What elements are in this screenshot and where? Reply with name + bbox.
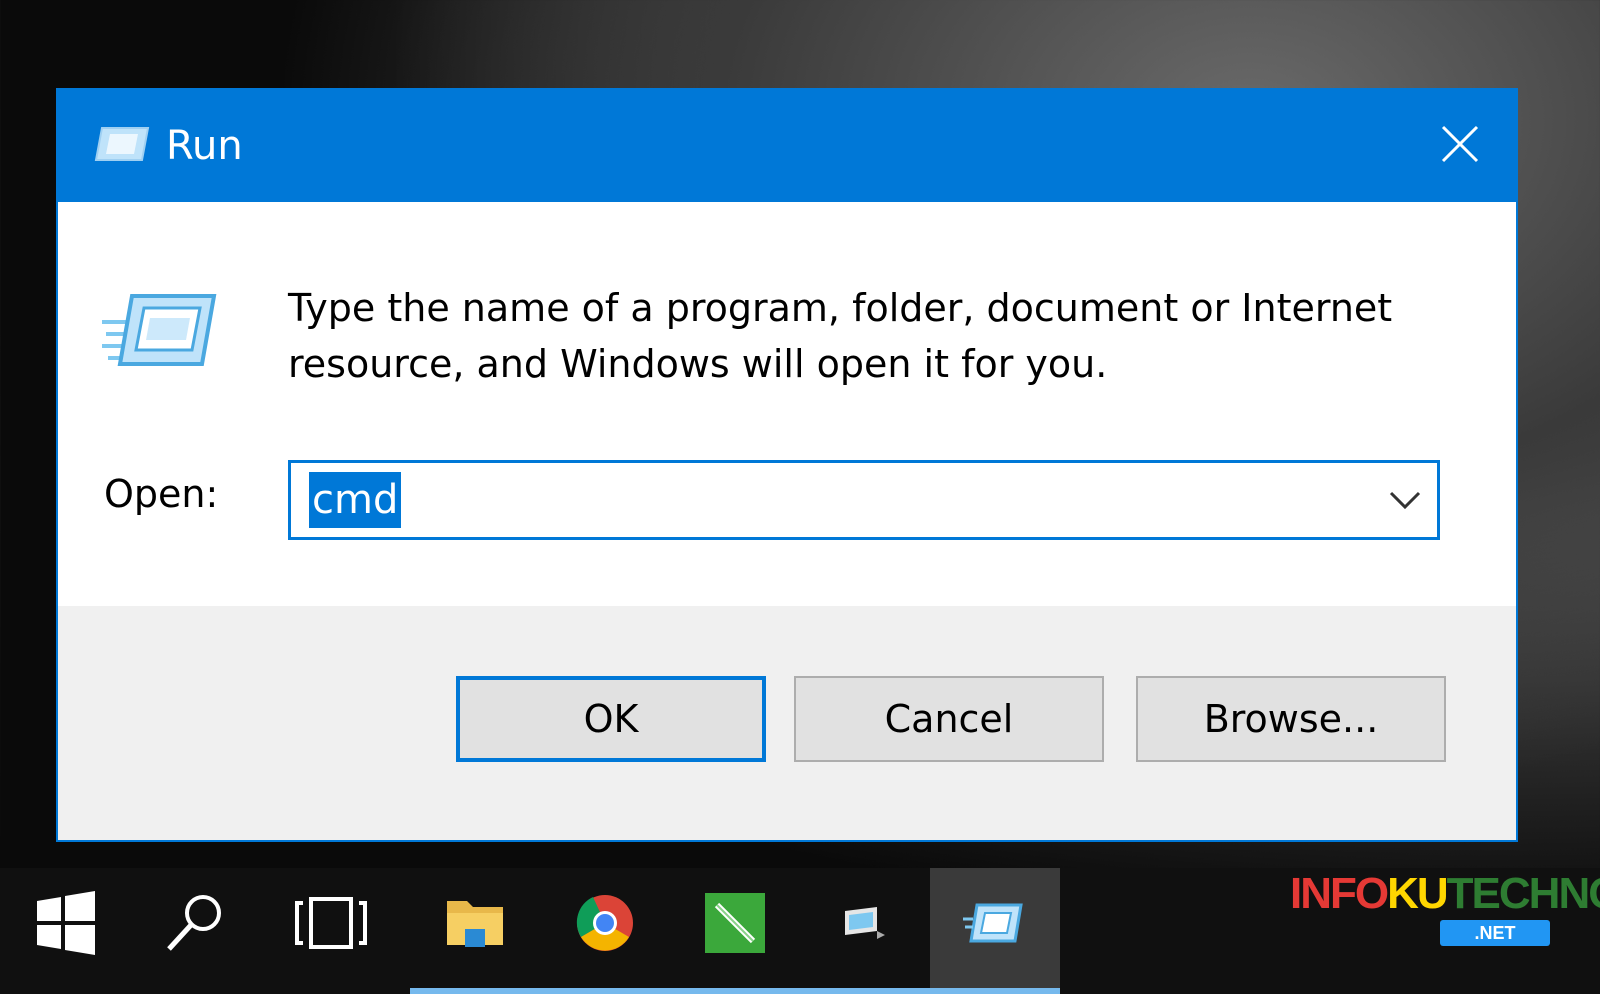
running-indicator xyxy=(800,988,930,994)
cancel-button[interactable]: Cancel xyxy=(794,676,1104,762)
windows-start-icon xyxy=(37,891,95,955)
taskbar-notepad-plus[interactable] xyxy=(670,868,800,994)
taskbar-chrome[interactable] xyxy=(540,868,670,994)
start-button[interactable] xyxy=(0,868,130,994)
browse-button[interactable]: Browse... xyxy=(1136,676,1446,762)
app-icon xyxy=(845,907,885,939)
open-label: Open: xyxy=(104,472,219,516)
watermark-logo: INFOKUTECHNO .NET xyxy=(1290,855,1600,965)
title-bar[interactable]: Run xyxy=(58,90,1516,202)
watermark-text: INFOKUTECHNO xyxy=(1290,869,1600,918)
chrome-icon xyxy=(576,895,633,951)
task-view-icon xyxy=(295,897,367,949)
run-icon xyxy=(102,292,232,382)
close-icon xyxy=(1441,125,1479,163)
taskbar-file-explorer[interactable] xyxy=(410,868,540,994)
search-button[interactable] xyxy=(130,868,260,994)
running-indicator xyxy=(410,988,540,994)
notepad-plus-icon xyxy=(705,893,765,953)
taskbar-app[interactable] xyxy=(800,868,930,994)
running-indicator xyxy=(930,988,1060,994)
running-indicator xyxy=(540,988,670,994)
chevron-down-icon xyxy=(1389,491,1421,510)
window-title: Run xyxy=(166,123,243,169)
run-icon xyxy=(963,903,1023,943)
open-combobox[interactable]: cmd xyxy=(288,460,1440,540)
dropdown-button[interactable] xyxy=(1387,485,1423,515)
search-icon xyxy=(167,895,221,951)
taskbar-run[interactable] xyxy=(930,868,1060,994)
run-dialog: Run Type the name of a program, folder, … xyxy=(56,88,1518,842)
close-button[interactable] xyxy=(1406,90,1516,202)
run-icon xyxy=(92,124,152,164)
task-view-button[interactable] xyxy=(260,868,390,994)
ok-button[interactable]: OK xyxy=(456,676,766,762)
open-input[interactable]: cmd xyxy=(309,472,402,528)
file-explorer-icon xyxy=(447,901,503,947)
watermark-subtext: .NET xyxy=(1440,920,1550,946)
dialog-description: Type the name of a program, folder, docu… xyxy=(288,286,1393,386)
running-indicator xyxy=(670,988,800,994)
dialog-footer: OK Cancel Browse... xyxy=(58,606,1516,840)
